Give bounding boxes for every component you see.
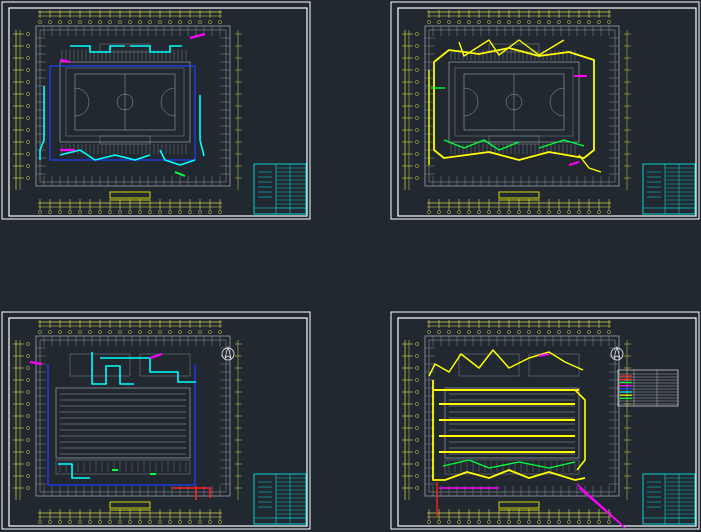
model-space-background (0, 0, 701, 532)
cad-drawing-canvas[interactable] (0, 0, 701, 532)
